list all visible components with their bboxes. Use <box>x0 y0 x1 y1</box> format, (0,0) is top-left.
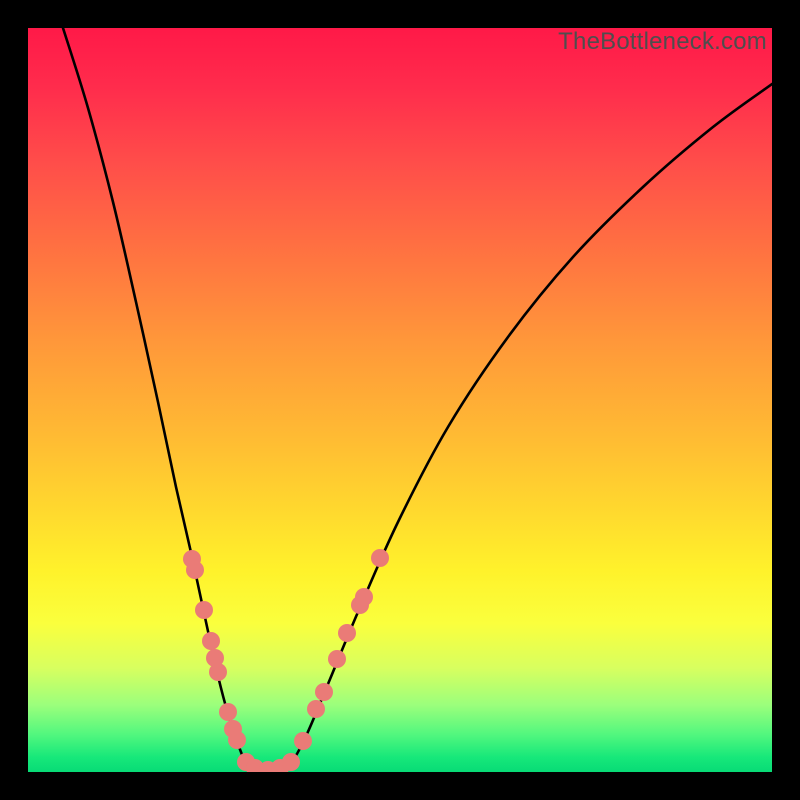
curve-canvas <box>28 28 772 772</box>
data-dot <box>328 650 346 668</box>
v-curve-path <box>63 28 772 771</box>
data-dot <box>371 549 389 567</box>
data-dot <box>228 731 246 749</box>
data-dot <box>338 624 356 642</box>
data-dots <box>183 549 389 772</box>
data-dot <box>294 732 312 750</box>
data-dot <box>307 700 325 718</box>
data-dot <box>195 601 213 619</box>
chart-frame: TheBottleneck.com <box>0 0 800 800</box>
bottleneck-curve <box>63 28 772 771</box>
data-dot <box>219 703 237 721</box>
data-dot <box>186 561 204 579</box>
data-dot <box>209 663 227 681</box>
data-dot <box>315 683 333 701</box>
plot-area: TheBottleneck.com <box>28 28 772 772</box>
data-dot <box>282 753 300 771</box>
data-dot <box>202 632 220 650</box>
data-dot <box>355 588 373 606</box>
